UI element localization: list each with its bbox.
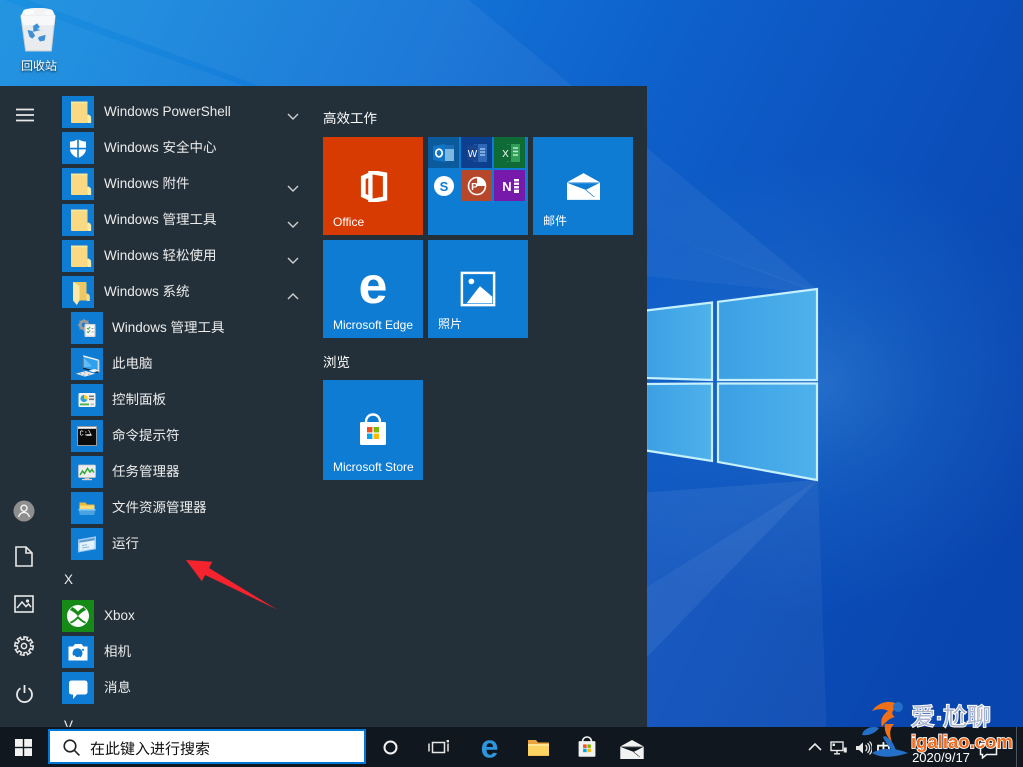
svg-text:e: e <box>359 267 388 311</box>
svg-text:N: N <box>502 179 511 194</box>
svg-text:爱·尬聊: 爱·尬聊 <box>911 704 991 731</box>
svg-text:X: X <box>502 149 509 160</box>
svg-text:igaliao.com: igaliao.com <box>911 731 1013 752</box>
svg-text:P: P <box>471 182 478 193</box>
svg-text:W: W <box>467 149 477 160</box>
svg-text:S: S <box>439 179 448 194</box>
